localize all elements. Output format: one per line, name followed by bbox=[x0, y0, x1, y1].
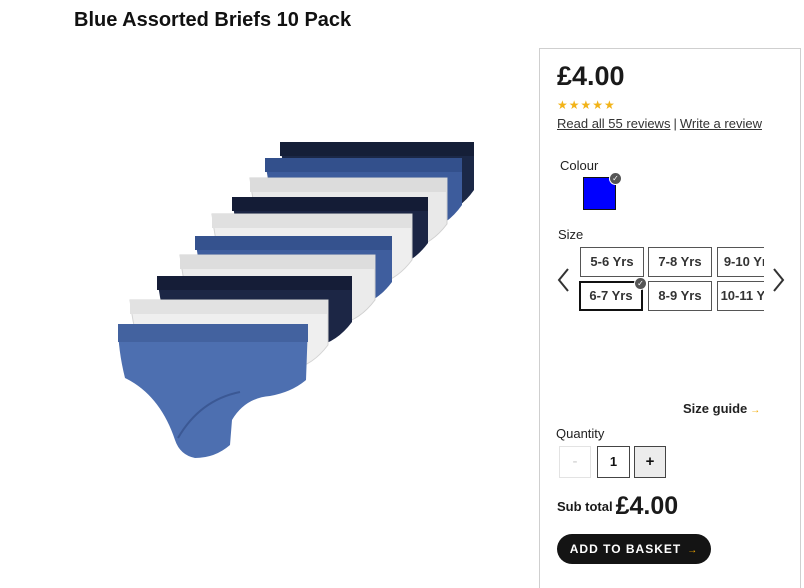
reviews-separator: | bbox=[673, 116, 677, 131]
quantity-increase-button[interactable]: + bbox=[634, 446, 666, 478]
product-price: £4.00 bbox=[557, 61, 625, 91]
size-option-8-9[interactable]: 8-9 Yrs bbox=[648, 281, 712, 311]
size-label: Size bbox=[558, 227, 584, 242]
add-to-basket-button[interactable]: ADD TO BASKET → bbox=[557, 534, 711, 564]
briefs-product-image bbox=[118, 142, 474, 458]
colour-label: Colour bbox=[560, 158, 599, 173]
quantity-label: Quantity bbox=[556, 426, 605, 441]
write-review-link[interactable]: Write a review bbox=[680, 116, 762, 131]
subtotal-amount: £4.00 bbox=[615, 492, 679, 520]
chevron-right-icon[interactable] bbox=[768, 266, 788, 294]
quantity-decrease-button[interactable]: - bbox=[559, 446, 591, 478]
arrow-right-icon: → bbox=[750, 405, 761, 416]
product-title: Blue Assorted Briefs 10 Pack bbox=[74, 9, 352, 31]
subtotal-label: Sub total bbox=[557, 499, 613, 514]
size-guide-label: Size guide bbox=[683, 401, 748, 416]
size-option-5-6[interactable]: 5-6 Yrs bbox=[580, 247, 644, 277]
size-options-carousel: 5-6 Yrs 7-8 Yrs 9-10 Yrs 6-7 Yrs 8-9 Yrs… bbox=[579, 247, 764, 314]
size-option-10-11[interactable]: 10-11 Yrs bbox=[717, 281, 764, 311]
arrow-right-icon: → bbox=[687, 545, 699, 556]
selected-check-icon: ✓ bbox=[609, 172, 622, 185]
brief-10 bbox=[118, 324, 308, 458]
subtotal: Sub total £4.00 bbox=[557, 492, 678, 521]
size-option-9-10[interactable]: 9-10 Yrs bbox=[717, 247, 764, 277]
size-selected-check-icon: ✓ bbox=[634, 277, 647, 290]
size-option-7-8[interactable]: 7-8 Yrs bbox=[648, 247, 712, 277]
read-reviews-link[interactable]: Read all 55 reviews bbox=[557, 116, 670, 131]
size-guide-link[interactable]: Size guide → bbox=[683, 401, 760, 416]
quantity-input[interactable]: 1 bbox=[597, 446, 630, 478]
reviews-row: Read all 55 reviews | Write a review bbox=[557, 116, 762, 131]
add-to-basket-label: ADD TO BASKET bbox=[569, 542, 682, 556]
rating-stars: ★★★★★ bbox=[557, 98, 616, 112]
chevron-left-icon[interactable] bbox=[554, 266, 574, 294]
